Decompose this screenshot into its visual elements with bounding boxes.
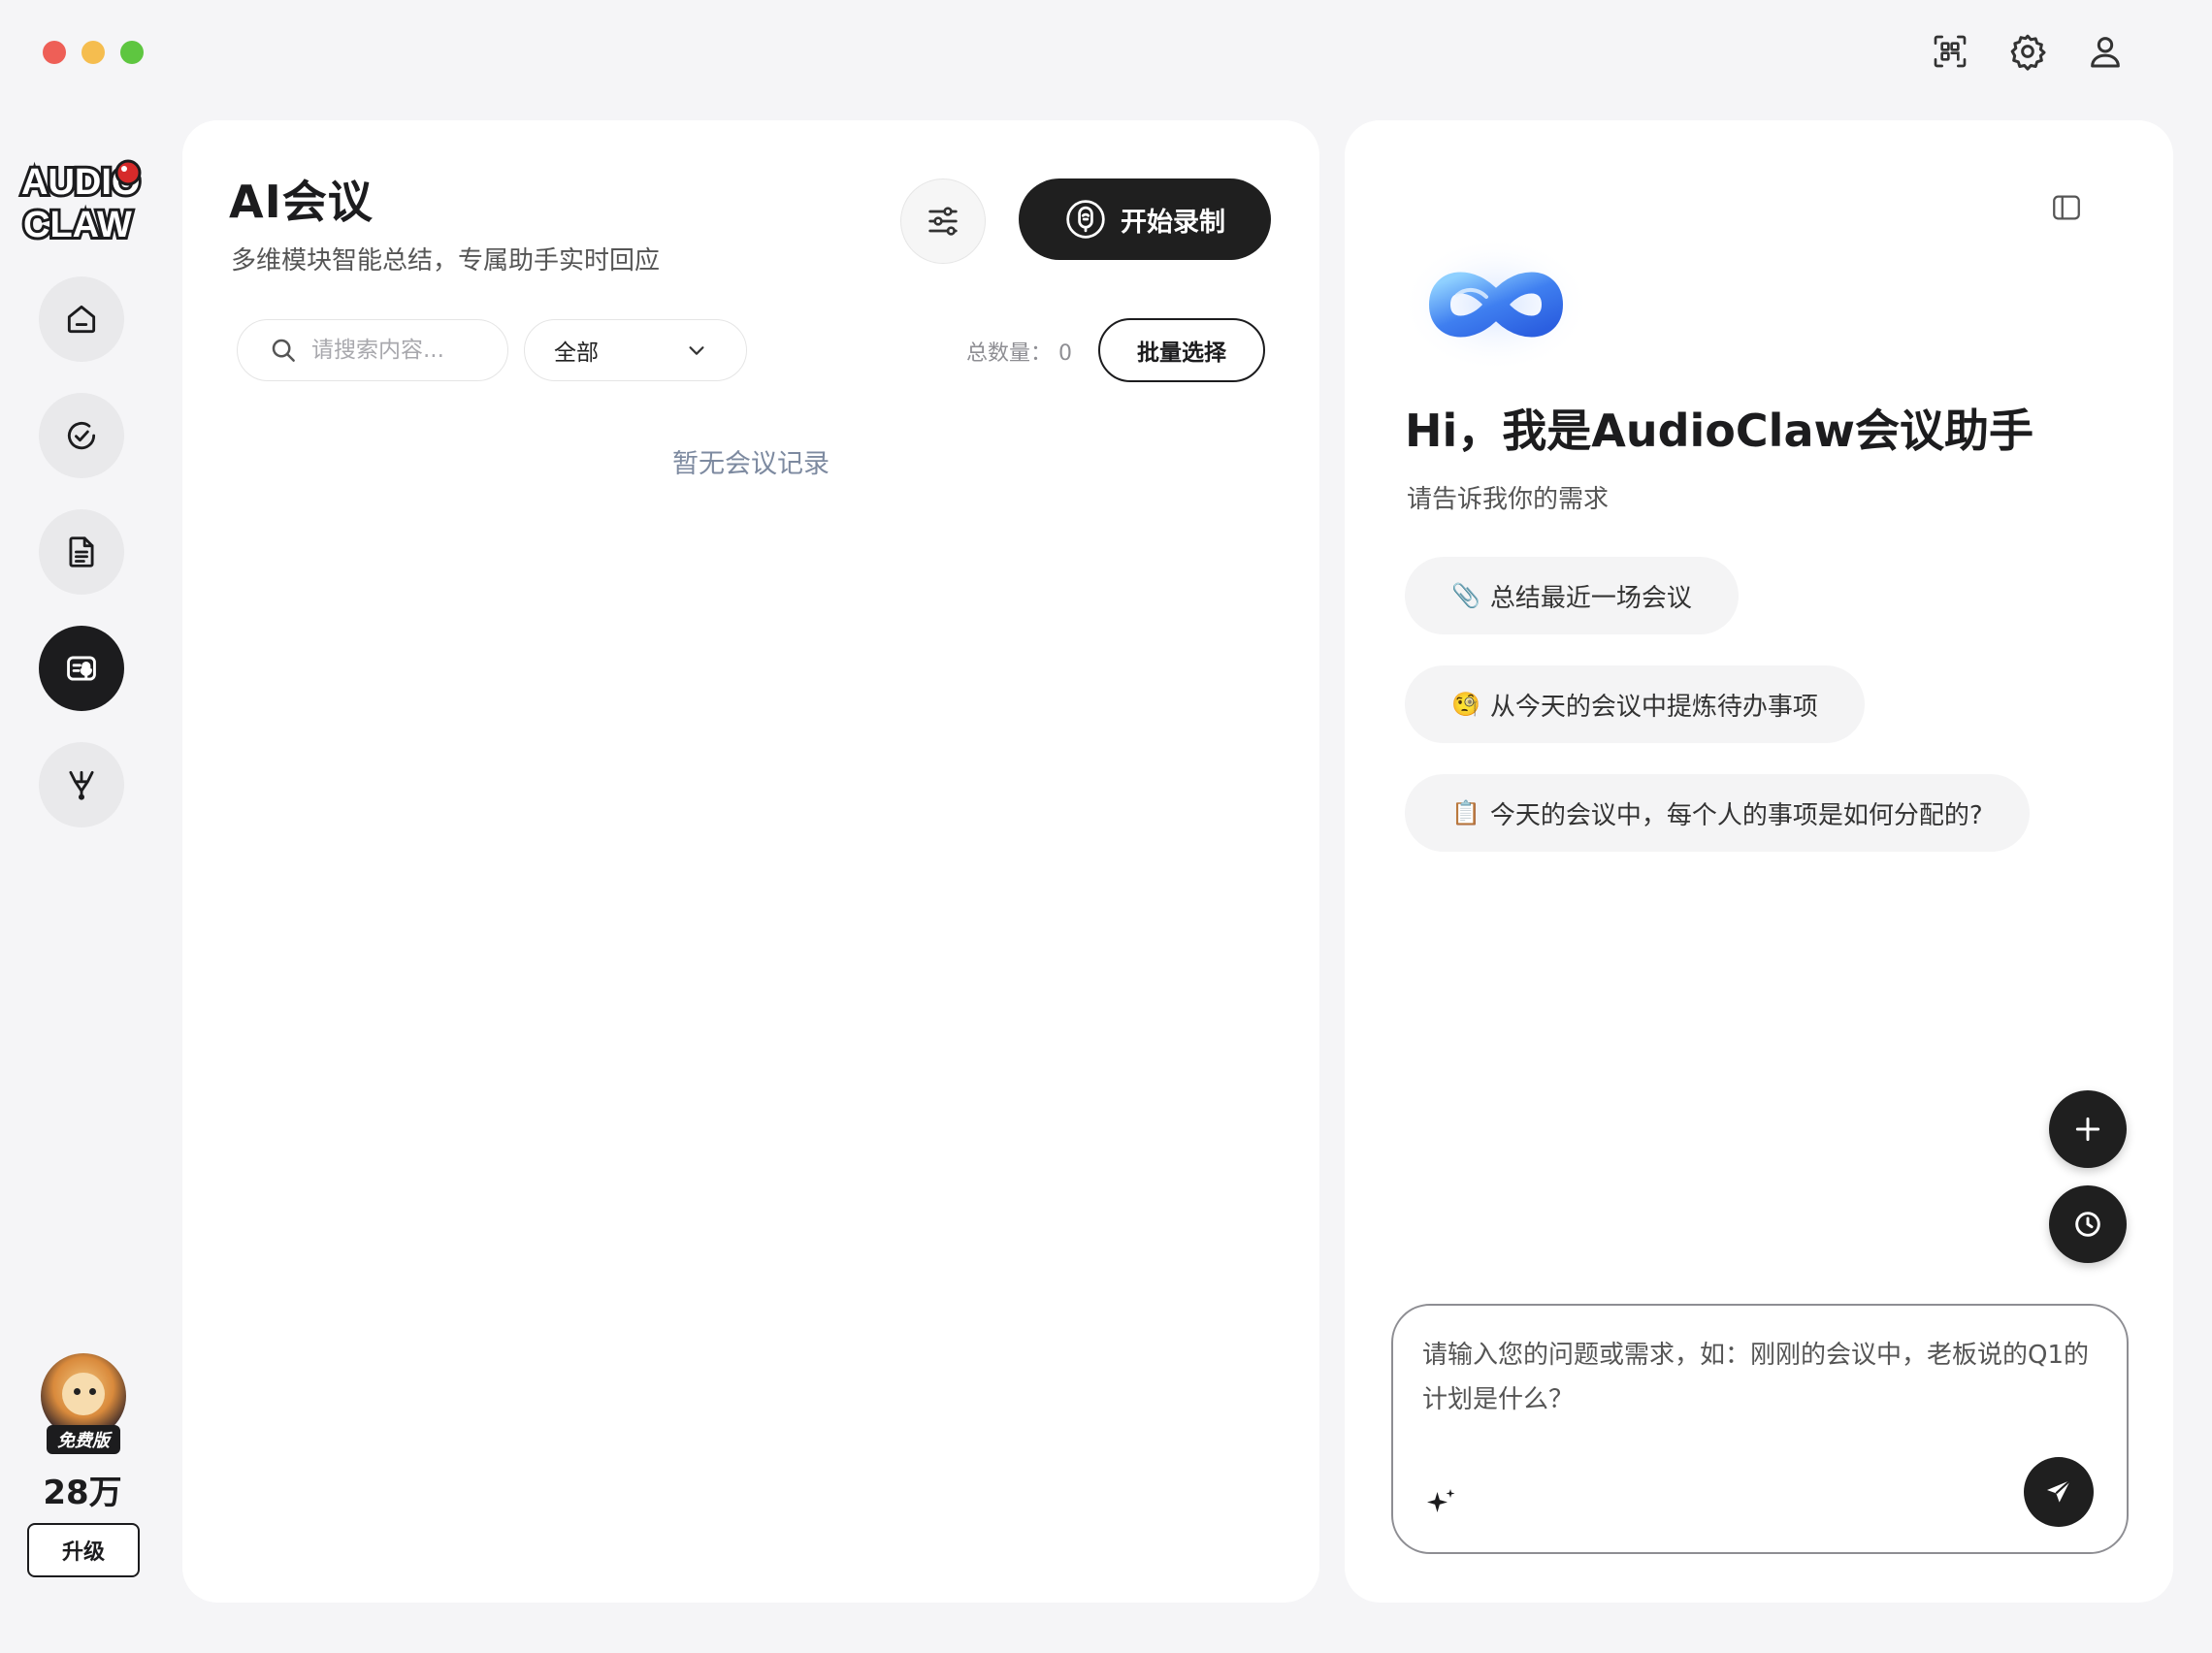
page-title: AI会议 xyxy=(229,176,374,228)
new-chat-button[interactable] xyxy=(2049,1090,2127,1168)
minimize-window-button[interactable] xyxy=(81,41,105,64)
start-recording-label: 开始录制 xyxy=(1121,207,1225,238)
paperclip-icon: 📎 xyxy=(1451,582,1480,609)
total-count: 总数量： 0 xyxy=(966,336,1072,367)
sidebar-toggle-icon xyxy=(2053,195,2080,220)
app-window: AUDIO AUDIO CLAW CLAW 免费版 28万 升级 AI会议 多维… xyxy=(0,0,2212,1653)
sliders-icon xyxy=(928,207,958,236)
start-recording-button[interactable]: 开始录制 xyxy=(1019,178,1271,260)
close-window-button[interactable] xyxy=(43,41,66,64)
total-count-value: 0 xyxy=(1058,341,1073,366)
credits-count: 28万 xyxy=(43,1474,122,1512)
assistant-title: Hi，我是AudioClaw会议助手 xyxy=(1405,405,2033,457)
search-input[interactable] xyxy=(311,338,486,363)
suggestion-chip[interactable]: 📎 总结最近一场会议 xyxy=(1405,557,1739,634)
empty-state-text: 暂无会议记录 xyxy=(672,449,830,479)
nav-documents-button[interactable] xyxy=(39,509,124,595)
avatar-eye-left xyxy=(74,1388,81,1395)
avatar-face xyxy=(62,1373,105,1415)
maximize-window-button[interactable] xyxy=(120,41,144,64)
gear-icon[interactable] xyxy=(2008,27,2047,76)
chat-input-box xyxy=(1391,1304,2129,1554)
plus-icon xyxy=(2075,1117,2100,1142)
batch-select-button[interactable]: 批量选择 xyxy=(1098,318,1265,382)
assistant-infinity-logo xyxy=(1401,237,1591,373)
sidebar-nav xyxy=(39,276,124,827)
upgrade-button[interactable]: 升级 xyxy=(27,1523,140,1577)
clipboard-icon: 📋 xyxy=(1451,799,1480,826)
nav-workflow-button[interactable] xyxy=(39,742,124,827)
send-icon xyxy=(2047,1479,2071,1503)
page-subtitle: 多维模块智能总结，专属助手实时回应 xyxy=(231,246,661,276)
assistant-subtitle: 请告诉我你的需求 xyxy=(1407,485,1610,514)
suggestion-text: 总结最近一场会议 xyxy=(1489,583,1692,613)
window-controls xyxy=(43,41,144,64)
history-button[interactable] xyxy=(2049,1185,2127,1263)
meeting-mic-icon xyxy=(67,656,96,681)
suggestion-chip[interactable]: 📋 今天的会议中，每个人的事项是如何分配的? xyxy=(1405,774,2030,852)
plan-badge: 免费版 xyxy=(47,1425,120,1454)
category-select-value: 全部 xyxy=(554,340,599,366)
document-icon xyxy=(69,536,94,567)
total-count-label: 总数量： xyxy=(966,341,1053,366)
clock-icon xyxy=(2075,1212,2100,1237)
branch-icon xyxy=(69,770,94,800)
check-circle-icon xyxy=(67,421,96,450)
sparkle-icon[interactable] xyxy=(1424,1486,1459,1521)
collapse-panel-button[interactable] xyxy=(2047,188,2086,227)
sidebar: AUDIO AUDIO CLAW CLAW 免费版 28万 升级 xyxy=(0,136,165,1630)
nav-home-button[interactable] xyxy=(39,276,124,362)
avatar-eye-right xyxy=(89,1388,96,1395)
suggestion-chip[interactable]: 🧐 从今天的会议中提炼待办事项 xyxy=(1405,665,1865,743)
qr-scan-icon[interactable] xyxy=(1931,27,1969,76)
nav-ai-meeting-button[interactable] xyxy=(39,626,124,711)
thinking-face-icon: 🧐 xyxy=(1451,691,1480,718)
send-button[interactable] xyxy=(2024,1457,2094,1527)
filter-settings-button[interactable] xyxy=(900,178,986,264)
meetings-panel: AI会议 多维模块智能总结，专属助手实时回应 开始录制 全部 xyxy=(182,120,1319,1603)
nav-tasks-button[interactable] xyxy=(39,393,124,478)
assistant-panel: Hi，我是AudioClaw会议助手 请告诉我你的需求 📎 总结最近一场会议 🧐… xyxy=(1345,120,2173,1603)
home-icon xyxy=(67,305,96,334)
search-box xyxy=(237,319,508,381)
chat-input[interactable] xyxy=(1422,1333,2101,1440)
search-icon xyxy=(272,339,295,362)
top-toolbar xyxy=(1931,27,2125,76)
suggestion-text: 今天的会议中，每个人的事项是如何分配的? xyxy=(1489,800,1983,830)
suggestion-text: 从今天的会议中提炼待办事项 xyxy=(1489,692,1818,722)
svg-text:CLAW: CLAW xyxy=(23,205,132,243)
chevron-down-icon xyxy=(689,346,704,355)
record-mic-icon xyxy=(1066,200,1105,239)
audioclaw-logo: AUDIO AUDIO CLAW CLAW xyxy=(18,159,143,243)
category-select[interactable]: 全部 xyxy=(524,319,747,381)
user-icon[interactable] xyxy=(2086,27,2125,76)
